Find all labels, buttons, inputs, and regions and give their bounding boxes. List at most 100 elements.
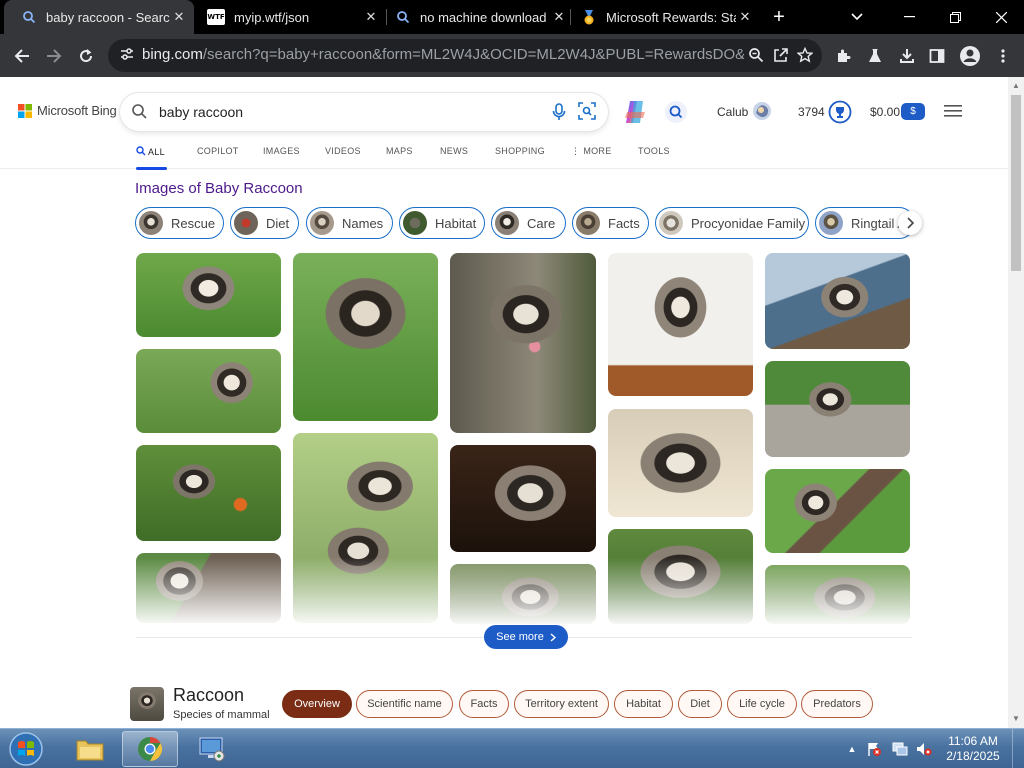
nav-shopping[interactable]: SHOPPING (495, 146, 545, 156)
search-icon (21, 9, 37, 25)
raccoon-image-10[interactable] (608, 253, 753, 396)
close-tab-icon[interactable]: ✕ (170, 8, 188, 26)
balance-badge[interactable]: $ (901, 103, 925, 120)
hamburger-menu-icon[interactable] (944, 104, 962, 118)
volume-muted-icon[interactable] (916, 741, 932, 757)
rewards-trophy-icon[interactable] (828, 100, 852, 124)
entity-tab-overview[interactable]: Overview (282, 690, 352, 718)
chrome-icon[interactable] (122, 731, 178, 767)
system-clock[interactable]: 11:06 AM 2/18/2025 (938, 734, 1008, 764)
chip-habitat[interactable]: Habitat (399, 207, 485, 239)
zoom-icon[interactable] (748, 47, 764, 63)
reload-button[interactable] (71, 41, 101, 71)
extensions-icon[interactable] (828, 41, 858, 71)
nav-all[interactable]: ALL (136, 146, 165, 157)
new-tab-button[interactable]: + (756, 0, 802, 34)
raccoon-image-15[interactable] (765, 469, 910, 553)
share-icon[interactable] (773, 47, 789, 63)
bing-chat-search-icon[interactable] (664, 100, 688, 124)
raccoon-image-8[interactable] (450, 445, 596, 552)
nav-images[interactable]: IMAGES (263, 146, 300, 156)
side-panel-icon[interactable] (922, 41, 952, 71)
chip-carousel-next-button[interactable] (898, 211, 922, 235)
search-icon (395, 9, 411, 25)
entity-tab-territory-extent[interactable]: Territory extent (514, 690, 609, 718)
clock-date: 2/18/2025 (946, 749, 1000, 763)
entity-tab-diet[interactable]: Diet (678, 690, 722, 718)
raccoon-image-1[interactable] (136, 253, 281, 337)
scroll-up-arrow-icon[interactable]: ▲ (1012, 81, 1020, 90)
raccoon-image-5[interactable] (293, 253, 438, 421)
site-info-icon[interactable] (120, 47, 134, 66)
rewards-points[interactable]: 3794 (798, 105, 825, 119)
restore-button[interactable] (932, 0, 978, 34)
minimize-button[interactable] (886, 0, 932, 34)
entity-description: Species of mammal (173, 709, 270, 721)
search-box[interactable]: baby raccoon (120, 93, 608, 131)
scrollbar-thumb[interactable] (1011, 95, 1021, 271)
see-more-images-button[interactable]: See more (484, 625, 568, 649)
raccoon-image-11[interactable] (608, 409, 753, 517)
download-icon[interactable] (892, 41, 922, 71)
show-desktop-button[interactable] (1012, 729, 1024, 768)
scroll-down-arrow-icon[interactable]: ▼ (1012, 714, 1020, 723)
close-window-button[interactable] (978, 0, 1024, 34)
tab-microsoft-rewards[interactable]: Microsoft Rewards: Sta ✕ (564, 0, 760, 34)
tab-no-machine[interactable]: no machine download ✕ (378, 0, 574, 34)
address-bar[interactable]: bing.com/search?q=baby+raccoon&form=ML2W… (108, 39, 822, 72)
tab-search-chevron-icon[interactable] (834, 0, 880, 34)
chip-rescue[interactable]: Rescue (135, 207, 224, 239)
image-grid-fade (130, 557, 920, 627)
raccoon-image-2[interactable] (136, 349, 281, 433)
user-avatar[interactable] (751, 100, 773, 122)
chip-names[interactable]: Names (306, 207, 393, 239)
raccoon-image-3[interactable] (136, 445, 281, 541)
back-button[interactable] (7, 41, 37, 71)
raccoon-entity-thumbnail[interactable] (130, 687, 164, 721)
rewards-medal-icon (581, 9, 597, 25)
close-tab-icon[interactable]: ✕ (736, 8, 754, 26)
tab-myip[interactable]: WTF myip.wtf/json ✕ (190, 0, 386, 34)
start-orb-icon[interactable] (0, 731, 52, 767)
forward-button[interactable] (39, 41, 69, 71)
bookmark-star-icon[interactable] (797, 47, 813, 63)
nav-tools[interactable]: TOOLS (638, 146, 670, 156)
chip-facts[interactable]: Facts (572, 207, 649, 239)
microsoft-bing-logo[interactable]: Microsoft Bing (18, 103, 117, 118)
entity-tab-scientific-name[interactable]: Scientific name (356, 690, 453, 718)
search-icon (131, 103, 148, 120)
nav-videos[interactable]: VIDEOS (325, 146, 361, 156)
profile-avatar-icon[interactable] (955, 41, 985, 71)
entity-tab-predators[interactable]: Predators (801, 690, 873, 718)
raccoon-image-13[interactable] (765, 253, 910, 349)
chip-procyonidae-family[interactable]: Procyonidae Family (655, 207, 809, 239)
nav-news[interactable]: NEWS (440, 146, 468, 156)
action-center-flag-icon[interactable] (866, 741, 882, 757)
raccoon-image-7[interactable] (450, 253, 596, 433)
network-app-icon[interactable] (184, 731, 240, 767)
nav-copilot[interactable]: COPILOT (197, 146, 239, 156)
file-explorer-icon[interactable] (62, 731, 118, 767)
entity-tab-habitat[interactable]: Habitat (614, 690, 673, 718)
chip-care[interactable]: Care (491, 207, 566, 239)
images-heading[interactable]: Images of Baby Raccoon (135, 180, 303, 197)
show-hidden-icons-arrow[interactable]: ▲ (844, 741, 860, 757)
nav-more[interactable]: ⋮ MORE (571, 146, 612, 157)
visual-search-icon[interactable] (578, 102, 596, 120)
raccoon-image-14[interactable] (765, 361, 910, 457)
search-input[interactable]: baby raccoon (159, 104, 243, 120)
copilot-icon[interactable] (621, 98, 649, 126)
tab-baby-raccoon[interactable]: baby raccoon - Search ✕ (4, 0, 194, 34)
microphone-icon[interactable] (552, 103, 566, 121)
chip-diet[interactable]: Diet (230, 207, 299, 239)
entity-tab-facts[interactable]: Facts (459, 690, 509, 718)
balance-amount[interactable]: $0.00 (870, 105, 900, 119)
labs-flask-icon[interactable] (860, 41, 890, 71)
network-status-icon[interactable] (892, 741, 908, 757)
user-name[interactable]: Calub (717, 105, 748, 119)
browser-menu-icon[interactable] (988, 41, 1018, 71)
page-scrollbar[interactable]: ▲ ▼ (1008, 77, 1024, 728)
entity-tab-life-cycle[interactable]: Life cycle (727, 690, 797, 718)
nav-maps[interactable]: MAPS (386, 146, 413, 156)
entity-title[interactable]: Raccoon (173, 685, 244, 706)
